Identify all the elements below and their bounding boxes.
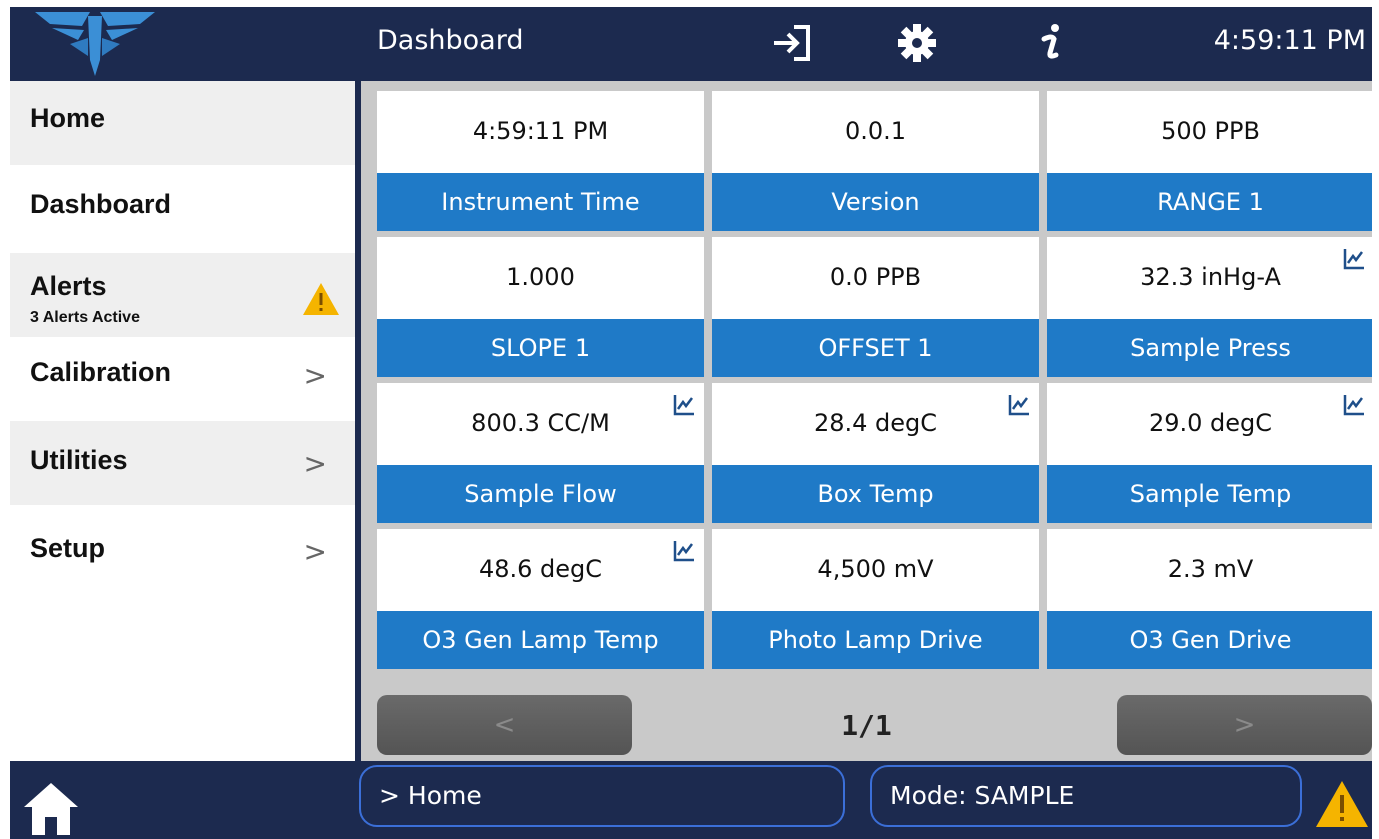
pager: < 1/1 > [361, 693, 1372, 761]
tile-label: SLOPE 1 [377, 319, 704, 377]
breadcrumb[interactable]: > Home [359, 765, 845, 827]
tile-value: 48.6 degC [478, 555, 603, 583]
chevron-right-icon: > [303, 447, 327, 480]
sidebar-item-calibration[interactable]: Calibration > [10, 337, 355, 421]
tile-value: 500 PPB [1161, 117, 1260, 145]
tile-instrument-time[interactable]: 4:59:11 PM Instrument Time [377, 91, 704, 231]
page-title: Dashboard [377, 25, 524, 56]
sidebar-item-label: Home [30, 103, 106, 133]
tile-photo-lamp-drive[interactable]: 4,500 mV Photo Lamp Drive [712, 529, 1039, 669]
trend-chart-icon[interactable] [672, 539, 696, 563]
tile-value: 1.000 [506, 263, 575, 291]
tile-value: 0.0.1 [844, 117, 907, 145]
tile-label: Sample Press [1047, 319, 1372, 377]
login-icon[interactable] [770, 21, 814, 65]
chevron-right-icon: > [303, 535, 327, 568]
tile-label: O3 Gen Lamp Temp [377, 611, 704, 669]
breadcrumb-text: > Home [379, 781, 482, 810]
tile-o3-gen-drive[interactable]: 2.3 mV O3 Gen Drive [1047, 529, 1372, 669]
app-window: Dashboard 4:59:11 PM Home Dashboard Aler… [10, 7, 1372, 839]
sidebar-item-utilities[interactable]: Utilities > [10, 421, 355, 505]
tile-value: 4:59:11 PM [472, 117, 609, 145]
tile-version[interactable]: 0.0.1 Version [712, 91, 1039, 231]
sidebar-item-setup[interactable]: Setup > [10, 505, 355, 589]
tile-value: 2.3 mV [1167, 555, 1254, 583]
sidebar-item-dashboard[interactable]: Dashboard [10, 169, 355, 253]
tile-offset-1[interactable]: 0.0 PPB OFFSET 1 [712, 237, 1039, 377]
trend-chart-icon[interactable] [672, 393, 696, 417]
tile-label: Box Temp [712, 465, 1039, 523]
trend-chart-icon[interactable] [1342, 393, 1366, 417]
tile-value: 32.3 inHg-A [1140, 263, 1281, 291]
tile-value: 28.4 degC [813, 409, 938, 437]
sidebar: Home Dashboard Alerts 3 Alerts Active Ca… [10, 81, 355, 761]
mode-indicator: Mode: SAMPLE [870, 765, 1302, 827]
top-bar: Dashboard 4:59:11 PM [10, 7, 1372, 81]
sidebar-item-label: Alerts [30, 271, 107, 301]
sidebar-item-label: Setup [30, 533, 106, 563]
tile-label: OFFSET 1 [712, 319, 1039, 377]
tile-label: RANGE 1 [1047, 173, 1372, 231]
dashboard-grid: 4:59:11 PM Instrument Time 0.0.1 Version… [361, 81, 1372, 761]
tile-label: Sample Flow [377, 465, 704, 523]
tile-value: 29.0 degC [1148, 409, 1273, 437]
logo-icon [35, 12, 155, 76]
trend-chart-icon[interactable] [1342, 247, 1366, 271]
tile-range-1[interactable]: 500 PPB RANGE 1 [1047, 91, 1372, 231]
alerts-count: 3 Alerts Active [30, 309, 140, 326]
tile-label: O3 Gen Drive [1047, 611, 1372, 669]
tile-label: Instrument Time [377, 173, 704, 231]
sidebar-item-alerts[interactable]: Alerts 3 Alerts Active [10, 253, 355, 337]
tile-label: Version [712, 173, 1039, 231]
tile-value: 800.3 CC/M [471, 409, 610, 437]
header-clock: 4:59:11 PM [1213, 25, 1366, 56]
chevron-right-icon: > [303, 359, 327, 392]
tile-label: Photo Lamp Drive [712, 611, 1039, 669]
next-page-button[interactable]: > [1117, 695, 1372, 755]
home-icon[interactable] [22, 779, 80, 835]
tile-slope-1[interactable]: 1.000 SLOPE 1 [377, 237, 704, 377]
bottom-bar: > Home Mode: SAMPLE [10, 761, 1372, 839]
warning-icon [303, 283, 339, 315]
warning-icon[interactable] [1314, 779, 1370, 829]
tile-sample-flow[interactable]: 800.3 CC/M Sample Flow [377, 383, 704, 523]
gear-icon[interactable] [895, 21, 939, 65]
sidebar-item-label: Utilities [30, 445, 128, 475]
sidebar-item-label: Calibration [30, 357, 172, 387]
tile-value: 4,500 mV [817, 555, 934, 583]
tile-box-temp[interactable]: 28.4 degC Box Temp [712, 383, 1039, 523]
tile-label: Sample Temp [1047, 465, 1372, 523]
sidebar-item-label: Dashboard [30, 189, 172, 219]
tile-sample-temp[interactable]: 29.0 degC Sample Temp [1047, 383, 1372, 523]
tile-sample-press[interactable]: 32.3 inHg-A Sample Press [1047, 237, 1372, 377]
sidebar-item-home[interactable]: Home [10, 81, 355, 165]
trend-chart-icon[interactable] [1007, 393, 1031, 417]
tile-value: 0.0 PPB [829, 263, 922, 291]
mode-text: Mode: SAMPLE [890, 781, 1075, 810]
info-icon[interactable] [1030, 21, 1074, 65]
tile-o3-gen-lamp-temp[interactable]: 48.6 degC O3 Gen Lamp Temp [377, 529, 704, 669]
